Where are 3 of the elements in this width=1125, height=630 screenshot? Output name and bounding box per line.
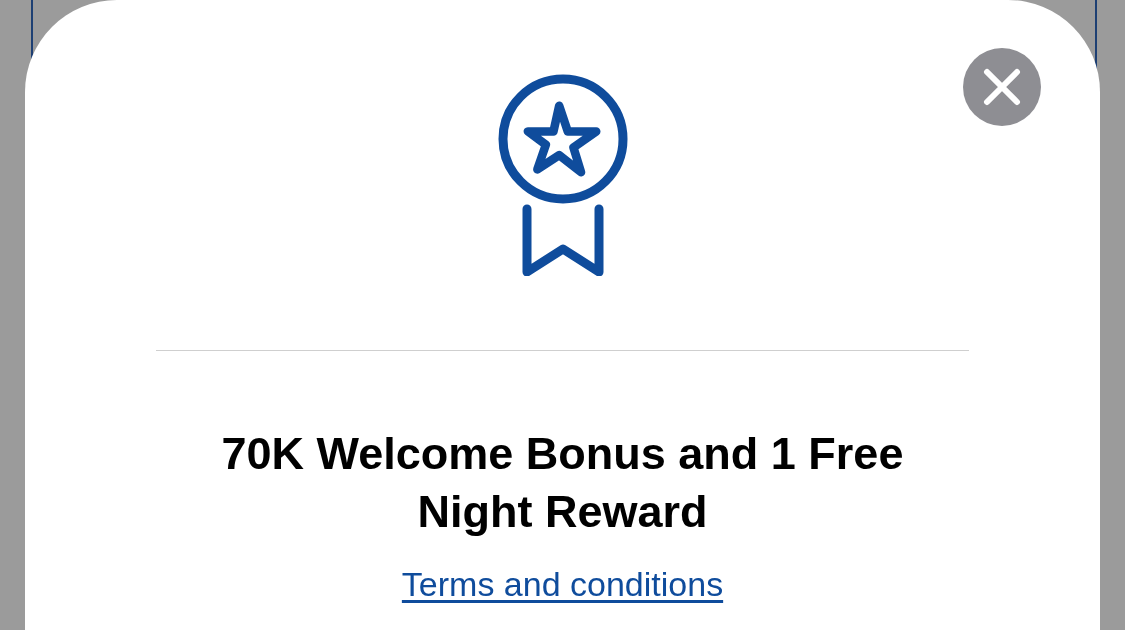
close-icon [982,67,1022,107]
terms-link[interactable]: Terms and conditions [401,565,724,604]
offer-title: 70K Welcome Bonus and 1 Free Night Reward [220,427,905,539]
